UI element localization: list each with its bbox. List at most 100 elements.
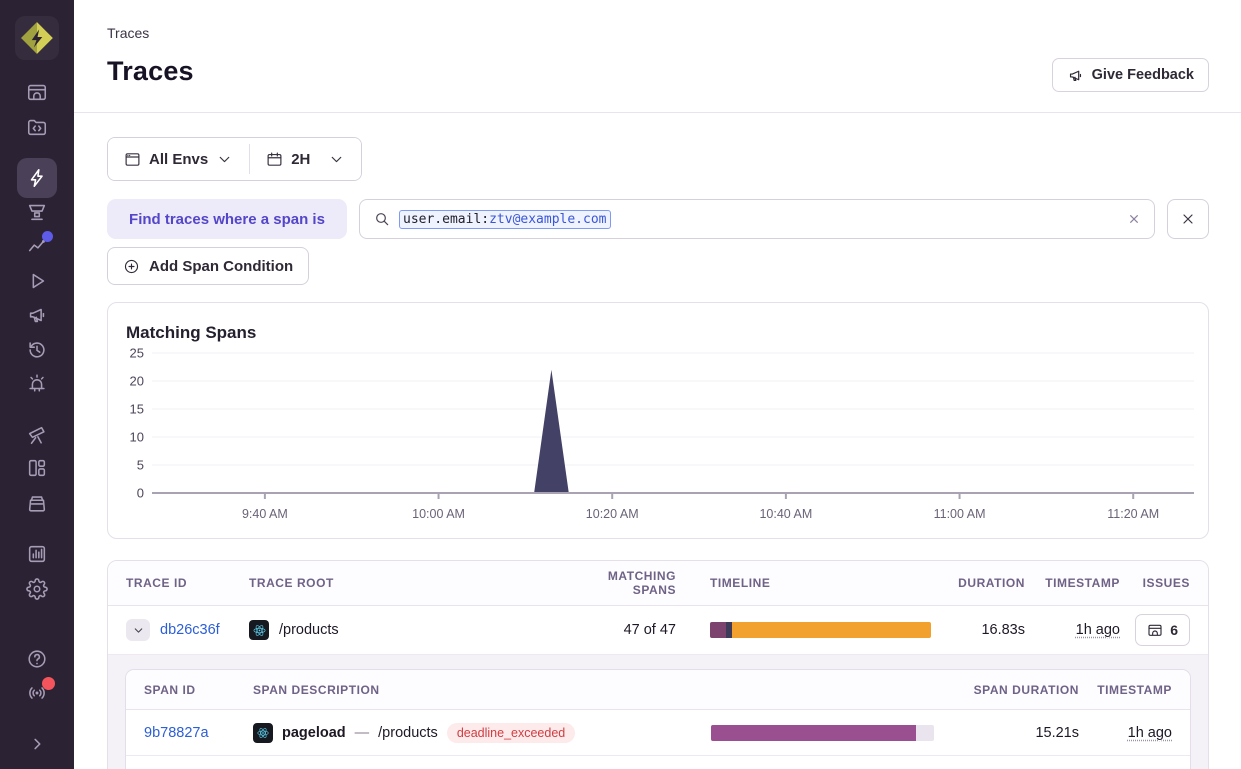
separator: —	[355, 725, 370, 741]
col-issues: ISSUES	[1143, 576, 1190, 590]
svg-text:20: 20	[130, 374, 144, 389]
span-row: 9b78827a pageload — /products deadline_e…	[126, 710, 1190, 756]
trace-issues-button[interactable]: 6	[1135, 614, 1190, 646]
explore-icon[interactable]	[17, 158, 57, 198]
give-feedback-button[interactable]: Give Feedback	[1052, 58, 1209, 92]
svg-text:10:20 AM: 10:20 AM	[586, 507, 639, 521]
environment-selector[interactable]: All Envs	[108, 138, 249, 180]
page-title: Traces	[107, 56, 194, 87]
issues-icon	[1147, 622, 1163, 638]
token-value: ztv@example.com	[489, 212, 606, 227]
col-span-id: SPAN ID	[144, 683, 253, 697]
span-condition-row: Find traces where a span is user.email:z…	[107, 199, 1209, 239]
page-header: Traces Traces Give Feedback	[74, 0, 1241, 113]
react-platform-icon	[249, 620, 269, 640]
add-span-condition-label: Add Span Condition	[149, 258, 293, 275]
svg-text:10:00 AM: 10:00 AM	[412, 507, 465, 521]
span-table: SPAN ID SPAN DESCRIPTION SPAN DURATION T…	[125, 669, 1191, 769]
span-search-input[interactable]: user.email:ztv@example.com	[359, 199, 1155, 239]
boards-icon[interactable]	[25, 456, 49, 480]
svg-text:11:00 AM: 11:00 AM	[934, 507, 986, 521]
whats-new-badge	[42, 677, 55, 690]
expanded-trace-section: SPAN ID SPAN DESCRIPTION SPAN DURATION T…	[108, 655, 1208, 769]
traces-table: TRACE ID TRACE ROOT MATCHING SPANS TIMEL…	[107, 560, 1209, 769]
react-platform-icon	[253, 723, 273, 743]
dashboards-icon[interactable]	[25, 200, 49, 224]
svg-text:25: 25	[130, 346, 144, 361]
matching-spans-value: 47 of 47	[624, 622, 676, 638]
span-row: b7a7e441 http.server — GET /organization…	[126, 756, 1190, 769]
span-op: pageload	[282, 725, 346, 741]
span-timestamp[interactable]: 1h ago	[1128, 725, 1172, 741]
col-matching-spans: MATCHING SPANS	[561, 569, 676, 597]
svg-text:5: 5	[137, 458, 144, 473]
chevron-down-icon	[132, 624, 145, 637]
col-duration: DURATION	[958, 576, 1025, 590]
trace-row: db26c36f /products 47 of 47 16.83s 1h ag…	[108, 606, 1208, 655]
chevron-down-icon	[328, 151, 345, 168]
plus-circle-icon	[123, 258, 140, 275]
collapse-icon[interactable]	[25, 732, 49, 756]
token-key: user.email:	[403, 212, 489, 227]
trace-timeline-bar	[710, 622, 931, 638]
insights-badge	[42, 231, 53, 242]
settings-icon[interactable]	[25, 577, 49, 601]
help-icon[interactable]	[25, 647, 49, 671]
megaphone-icon	[1067, 67, 1084, 84]
sentry-logo[interactable]	[15, 16, 59, 60]
collapse-trace-button[interactable]	[126, 619, 150, 641]
svg-text:11:20 AM: 11:20 AM	[1107, 507, 1159, 521]
col-timestamp: TIMESTAMP	[1045, 576, 1120, 590]
span-description: /products	[378, 725, 438, 741]
content: All Envs 2H Find traces where a span is …	[74, 113, 1241, 769]
user-feedback-icon[interactable]	[25, 303, 49, 327]
calendar-icon	[266, 151, 283, 168]
issues-icon[interactable]	[25, 80, 49, 104]
col-trace-root: TRACE ROOT	[249, 576, 561, 590]
trace-root-value: /products	[279, 622, 339, 638]
traces-table-header: TRACE ID TRACE ROOT MATCHING SPANS TIMEL…	[108, 561, 1208, 606]
alerts-icon[interactable]	[25, 371, 49, 395]
sentry-logo-icon	[18, 19, 56, 57]
replays-icon[interactable]	[25, 269, 49, 293]
col-span-description: SPAN DESCRIPTION	[253, 683, 711, 697]
matching-spans-panel: Matching Spans 05101520259:40 AM10:00 AM…	[107, 302, 1209, 539]
projects-icon[interactable]	[25, 115, 49, 139]
time-period-value: 2H	[291, 151, 310, 168]
span-id-link[interactable]: 9b78827a	[144, 725, 253, 741]
svg-text:15: 15	[130, 402, 144, 417]
trace-id-link[interactable]: db26c36f	[160, 622, 220, 638]
col-span-duration: SPAN DURATION	[974, 683, 1079, 697]
chart-title: Matching Spans	[126, 323, 1208, 343]
svg-text:0: 0	[137, 486, 144, 501]
search-token[interactable]: user.email:ztv@example.com	[399, 210, 611, 229]
span-table-header: SPAN ID SPAN DESCRIPTION SPAN DURATION T…	[126, 670, 1190, 710]
give-feedback-label: Give Feedback	[1092, 67, 1194, 83]
releases-icon[interactable]	[25, 491, 49, 515]
close-icon	[1180, 211, 1196, 227]
span-duration: 15.21s	[1035, 725, 1079, 741]
profiles-icon[interactable]	[25, 337, 49, 361]
discover-icon[interactable]	[25, 423, 49, 447]
filter-bar: All Envs 2H	[107, 137, 362, 181]
window-icon	[124, 151, 141, 168]
remove-condition-button[interactable]	[1167, 199, 1209, 239]
clear-search-icon[interactable]	[1126, 211, 1142, 227]
whats-new-icon[interactable]	[25, 681, 49, 705]
condition-label: Find traces where a span is	[107, 199, 347, 239]
col-span-timestamp: TIMESTAMP	[1097, 683, 1172, 697]
span-status-badge: deadline_exceeded	[447, 723, 575, 743]
search-icon	[374, 211, 390, 227]
span-timeline-bar	[711, 725, 934, 741]
insights-icon[interactable]	[25, 234, 49, 258]
trace-timestamp[interactable]: 1h ago	[1076, 622, 1120, 638]
trace-issues-count: 6	[1170, 622, 1178, 638]
environment-value: All Envs	[149, 151, 208, 168]
matching-spans-chart: 05101520259:40 AM10:00 AM10:20 AM10:40 A…	[108, 345, 1209, 523]
stats-icon[interactable]	[25, 542, 49, 566]
add-span-condition-button[interactable]: Add Span Condition	[107, 247, 309, 285]
trace-duration: 16.83s	[981, 622, 1025, 638]
breadcrumb[interactable]: Traces	[107, 25, 149, 41]
time-period-selector[interactable]: 2H	[250, 138, 361, 180]
chevron-down-icon	[216, 151, 233, 168]
